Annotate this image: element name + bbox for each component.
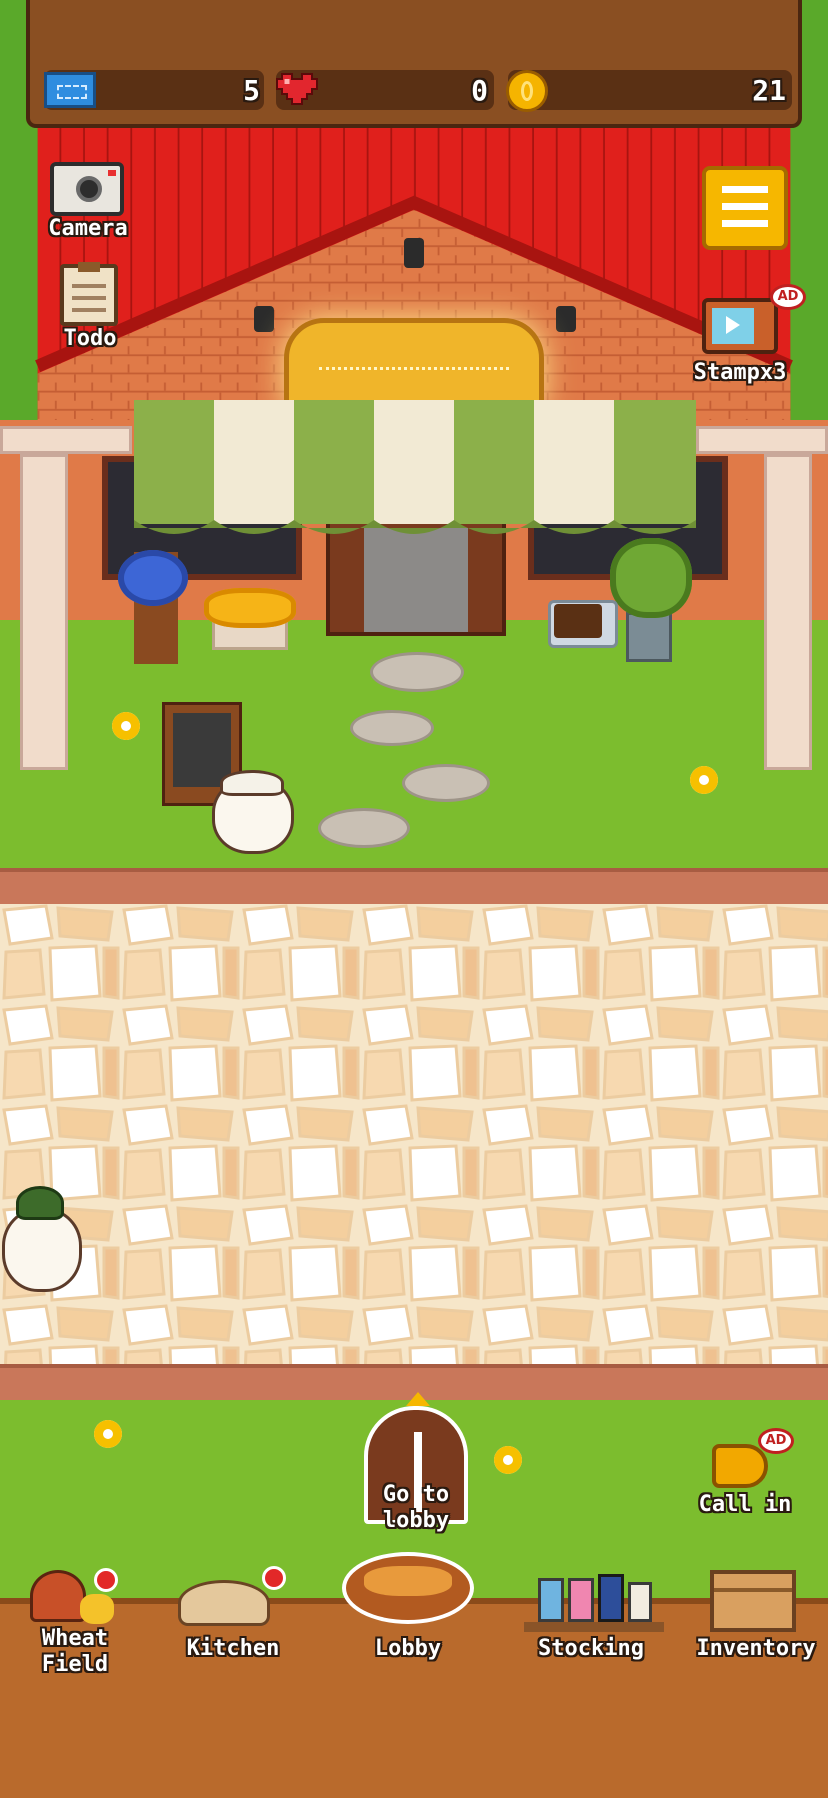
coin-icon: [506, 70, 548, 112]
ticket-icon: [44, 72, 96, 108]
todo-label: Todo: [63, 326, 117, 351]
heart-icon: [272, 64, 322, 114]
chef-hat: [220, 770, 284, 796]
tree-pot: [626, 612, 672, 662]
nav-stocking-label: Stocking: [538, 1636, 644, 1661]
tv-icon: [702, 298, 778, 354]
nav-inventory-label: Inventory: [696, 1636, 816, 1661]
kitchen-icon: [178, 1580, 270, 1626]
box-icon: [710, 1570, 796, 1632]
camera-icon: [50, 162, 124, 216]
stepping-stone: [402, 764, 490, 802]
pillar-right: [764, 454, 812, 770]
main-menu-button[interactable]: [702, 166, 788, 250]
bread-basket-icon: [342, 1552, 474, 1624]
daisy: [94, 1420, 122, 1448]
green-hat: [16, 1186, 64, 1220]
bakery-sign: [284, 318, 544, 410]
notification-dot: [94, 1568, 118, 1592]
wheat-icon: [30, 1570, 86, 1622]
nav-wheat-field-label: Wheat Field: [41, 1626, 109, 1677]
stamp-label: Stampx3: [693, 360, 787, 385]
pillar-left: [20, 454, 68, 770]
blue-flowers: [118, 550, 188, 606]
wall-lamp-right: [556, 306, 576, 332]
nav-lobby[interactable]: Lobby: [334, 1546, 482, 1670]
potted-tree: [610, 538, 692, 618]
customer-character[interactable]: [2, 1208, 82, 1292]
striped-awning: [134, 400, 696, 534]
daisy: [690, 766, 718, 794]
stepping-stone: [318, 808, 410, 848]
ad-badge: AD: [770, 284, 806, 310]
stepping-stone: [370, 652, 464, 692]
go-to-lobby-button[interactable]: Go to lobby: [360, 1392, 472, 1540]
camera-label: Camera: [48, 216, 128, 241]
call-in-label: Call in: [698, 1492, 792, 1517]
daisy: [112, 712, 140, 740]
stamp-ad-button[interactable]: AD Stampx3: [694, 276, 806, 388]
go-to-lobby-label: Go to lobby: [382, 1482, 450, 1533]
porch-beam-left: [0, 426, 132, 454]
nav-stocking[interactable]: Stocking: [516, 1570, 666, 1670]
yellow-flowers: [204, 588, 296, 628]
stepping-stone: [350, 710, 434, 746]
ticket-value: 5: [243, 74, 260, 107]
heart-value: 0: [471, 74, 488, 107]
clipboard-icon: [60, 262, 118, 326]
daisy: [494, 1446, 522, 1474]
shelf-icon: [524, 1570, 664, 1634]
waffle-plate: [554, 604, 602, 638]
nav-wheat-field[interactable]: Wheat Field: [20, 1564, 130, 1694]
notification-dot: [262, 1566, 286, 1590]
megaphone-icon: [712, 1444, 768, 1488]
ad-badge: AD: [758, 1428, 794, 1454]
arrow-up-icon: [406, 1392, 430, 1406]
camera-button[interactable]: Camera: [48, 162, 128, 241]
ceiling-lamp: [404, 238, 424, 268]
cobblestone-plaza: [0, 904, 828, 1364]
wall-lamp-left: [254, 306, 274, 332]
nav-inventory[interactable]: Inventory: [696, 1566, 816, 1670]
nav-kitchen-label: Kitchen: [186, 1636, 280, 1661]
nav-kitchen[interactable]: Kitchen: [168, 1560, 298, 1670]
call-in-button[interactable]: AD Call in: [699, 1424, 800, 1524]
nav-lobby-label: Lobby: [374, 1636, 442, 1661]
todo-button[interactable]: Todo: [52, 262, 128, 351]
coin-value: 21: [752, 74, 786, 107]
porch-beam-right: [696, 426, 828, 454]
